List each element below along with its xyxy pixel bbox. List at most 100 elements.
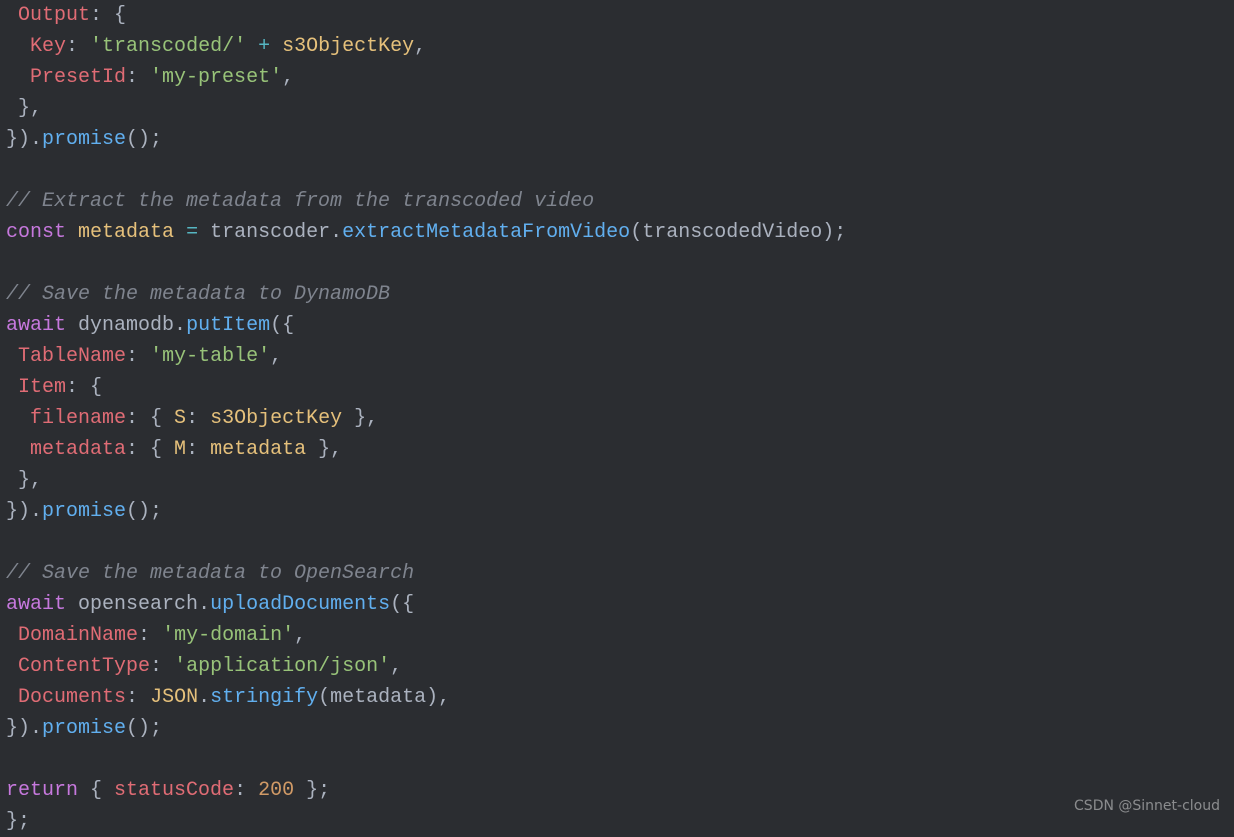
comment-line: // Extract the metadata from the transco… [6, 186, 1234, 217]
code-line: const metadata = transcoder.extractMetad… [6, 217, 1234, 248]
code-line: }).promise(); [6, 496, 1234, 527]
token: Output [18, 4, 90, 27]
code-block: const metadata = transcoder.extractMetad… [6, 217, 1234, 248]
code-line: Documents: JSON.stringify(metadata), [6, 682, 1234, 713]
token [6, 345, 18, 368]
token: : [186, 407, 210, 430]
token: promise [42, 500, 126, 523]
token: , [414, 35, 426, 58]
token: filename [30, 407, 126, 430]
token: promise [42, 128, 126, 151]
token: : [126, 345, 150, 368]
token: M [174, 438, 186, 461]
token: return [6, 779, 78, 802]
token: ), [426, 686, 450, 709]
token: (); [126, 500, 162, 523]
token: , [390, 655, 402, 678]
token: , [294, 624, 306, 647]
token: }, [6, 469, 42, 492]
token: const [6, 221, 66, 244]
token: ({ [390, 593, 414, 616]
token: + [246, 35, 282, 58]
token: : [126, 66, 150, 89]
token: await [6, 593, 66, 616]
token: PresetId [30, 66, 126, 89]
token [6, 4, 18, 27]
token: extractMetadataFromVideo [342, 221, 630, 244]
token: }, [6, 97, 42, 120]
token: JSON [150, 686, 198, 709]
token: metadata [30, 438, 126, 461]
code-editor: Output: { Key: 'transcoded/' + s3ObjectK… [6, 0, 1234, 837]
token: metadata [78, 221, 174, 244]
token: 'transcoded/' [90, 35, 246, 58]
code-line: Key: 'transcoded/' + s3ObjectKey, [6, 31, 1234, 62]
token [66, 221, 78, 244]
token [6, 686, 18, 709]
token: s3ObjectKey [282, 35, 414, 58]
code-line: await dynamodb.putItem({ [6, 310, 1234, 341]
token [6, 376, 18, 399]
comment-line: // Save the metadata to OpenSearch [6, 558, 1234, 589]
token: 200 [258, 779, 294, 802]
token: . [198, 593, 210, 616]
token: transcoder [210, 221, 330, 244]
token: ( [630, 221, 642, 244]
token: dynamodb [78, 314, 174, 337]
token: ({ [270, 314, 294, 337]
token: . [330, 221, 342, 244]
code-block: await dynamodb.putItem({ TableName: 'my-… [6, 310, 1234, 527]
token: , [282, 66, 294, 89]
token [6, 438, 30, 461]
token: (); [126, 128, 162, 151]
token [174, 221, 186, 244]
code-block: return { statusCode: 200 };}; [6, 775, 1234, 837]
token: , [270, 345, 282, 368]
token: s3ObjectKey [210, 407, 342, 430]
token: : [186, 438, 210, 461]
code-block: await opensearch.uploadDocuments({ Domai… [6, 589, 1234, 744]
token: : [138, 624, 162, 647]
code-line: return { statusCode: 200 }; [6, 775, 1234, 806]
token: ( [318, 686, 330, 709]
token: }). [6, 717, 42, 740]
code-line: DomainName: 'my-domain', [6, 620, 1234, 651]
token: : [126, 686, 150, 709]
token: . [198, 686, 210, 709]
token: : [234, 779, 258, 802]
token [6, 624, 18, 647]
code-line: ContentType: 'application/json', [6, 651, 1234, 682]
code-line: }).promise(); [6, 713, 1234, 744]
token [6, 655, 18, 678]
token: statusCode [114, 779, 234, 802]
code-line: await opensearch.uploadDocuments({ [6, 589, 1234, 620]
token: TableName [18, 345, 126, 368]
token: { [78, 779, 114, 802]
token: Item [18, 376, 66, 399]
code-line: TableName: 'my-table', [6, 341, 1234, 372]
token [66, 314, 78, 337]
token: }). [6, 128, 42, 151]
token: putItem [186, 314, 270, 337]
token [6, 407, 30, 430]
token: await [6, 314, 66, 337]
code-line: }).promise(); [6, 124, 1234, 155]
token [198, 221, 210, 244]
token: transcodedVideo [642, 221, 822, 244]
code-line: }, [6, 465, 1234, 496]
token: }, [306, 438, 342, 461]
code-line: metadata: { M: metadata }, [6, 434, 1234, 465]
token: metadata [330, 686, 426, 709]
token: }; [294, 779, 330, 802]
code-line: PresetId: 'my-preset', [6, 62, 1234, 93]
code-block: Output: { Key: 'transcoded/' + s3ObjectK… [6, 0, 1234, 155]
token: ); [822, 221, 846, 244]
code-line: Output: { [6, 0, 1234, 31]
token: . [174, 314, 186, 337]
comment-line: // Save the metadata to DynamoDB [6, 279, 1234, 310]
token: : { [126, 407, 174, 430]
token: : { [126, 438, 174, 461]
token: 'my-preset' [150, 66, 282, 89]
token: uploadDocuments [210, 593, 390, 616]
token: opensearch [78, 593, 198, 616]
